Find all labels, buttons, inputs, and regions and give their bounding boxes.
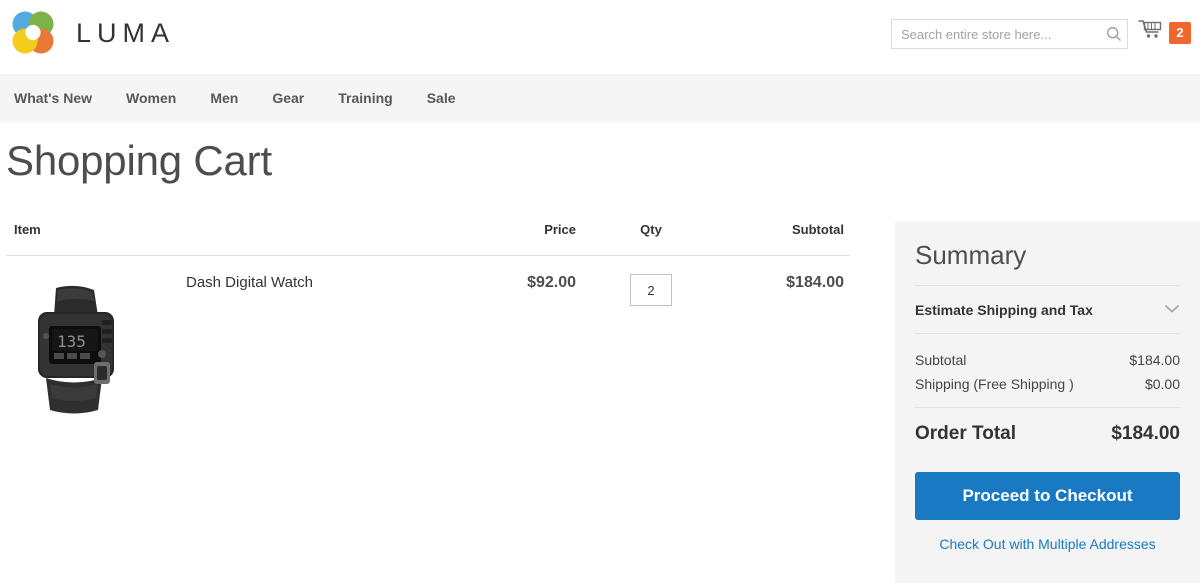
logo-link[interactable]: LUMA xyxy=(8,8,175,58)
nav-item-sale[interactable]: Sale xyxy=(410,90,473,106)
nav-item-training[interactable]: Training xyxy=(321,90,409,106)
table-header-row: Item Price Qty Subtotal xyxy=(6,222,850,256)
brand-name: LUMA xyxy=(76,17,176,48)
cart-table: Item Price Qty Subtotal 135 Dash Digital… xyxy=(6,222,850,423)
estimate-shipping-label: Estimate Shipping and Tax xyxy=(915,302,1093,318)
estimate-shipping-and-tax-toggle[interactable]: Estimate Shipping and Tax xyxy=(915,286,1180,334)
product-qty-cell xyxy=(586,256,716,424)
luma-flower-logo-icon xyxy=(8,8,58,58)
shopping-cart-icon xyxy=(1138,18,1164,47)
product-subtotal: $184.00 xyxy=(786,274,844,291)
shopping-cart-page: LUMA Search entire store here... 2 What'… xyxy=(0,0,1200,583)
summary-title: Summary xyxy=(915,240,1180,286)
main-navigation: What's New Women Men Gear Training Sale xyxy=(0,74,1200,122)
column-header-qty: Qty xyxy=(586,222,716,256)
column-header-price: Price xyxy=(436,222,586,256)
product-image: 135 xyxy=(16,274,134,422)
shipping-label: Shipping (Free Shipping ) xyxy=(915,376,1074,392)
nav-item-women[interactable]: Women xyxy=(109,90,193,106)
table-row: 135 Dash Digital Watch $92.00 2 $184.00 xyxy=(6,256,850,424)
cart-link[interactable]: 2 xyxy=(1138,18,1191,47)
site-header: LUMA Search entire store here... 2 xyxy=(0,0,1200,74)
order-total-value: $184.00 xyxy=(1111,423,1180,444)
subtotal-row: Subtotal $184.00 xyxy=(915,348,1180,372)
subtotal-label: Subtotal xyxy=(915,352,967,368)
cart-items-section: Item Price Qty Subtotal 135 Dash Digital… xyxy=(6,222,850,423)
column-header-item: Item xyxy=(6,222,436,256)
search-icon[interactable] xyxy=(1101,26,1127,42)
checkout-multiple-addresses-link[interactable]: Check Out with Multiple Addresses xyxy=(915,536,1180,552)
qty-input[interactable] xyxy=(630,274,672,306)
product-name[interactable]: Dash Digital Watch xyxy=(174,256,436,424)
proceed-to-checkout-button[interactable]: Proceed to Checkout xyxy=(915,472,1180,520)
nav-item-gear[interactable]: Gear xyxy=(255,90,321,106)
page-title: Shopping Cart xyxy=(6,137,272,184)
svg-text:135: 135 xyxy=(57,332,86,351)
order-total-row: Order Total $184.00 xyxy=(915,407,1180,449)
shipping-row: Shipping (Free Shipping ) $0.00 xyxy=(915,372,1180,396)
cart-count-badge: 2 xyxy=(1169,21,1191,44)
column-header-subtotal: Subtotal xyxy=(716,222,850,256)
product-photo-cell: 135 xyxy=(6,256,174,424)
order-total-label: Order Total xyxy=(915,423,1016,444)
nav-item-whats-new[interactable]: What's New xyxy=(8,90,109,106)
nav-item-men[interactable]: Men xyxy=(193,90,255,106)
product-price: $92.00 xyxy=(527,274,576,291)
search-input[interactable] xyxy=(892,20,1101,48)
chevron-down-icon xyxy=(1164,301,1180,319)
order-summary-panel: Summary Estimate Shipping and Tax Subtot… xyxy=(895,222,1200,583)
search-box[interactable] xyxy=(891,19,1128,49)
totals-list: Subtotal $184.00 Shipping (Free Shipping… xyxy=(915,334,1180,449)
subtotal-value: $184.00 xyxy=(1129,352,1180,368)
shipping-value: $0.00 xyxy=(1144,376,1180,392)
